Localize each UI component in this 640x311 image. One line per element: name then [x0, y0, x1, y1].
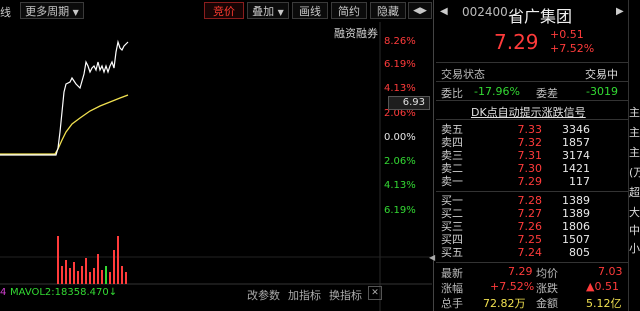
bid-label: 买四 — [441, 233, 463, 246]
ask-row[interactable]: 卖二 7.30 1421 — [436, 162, 629, 175]
amount-label: 金额 — [536, 297, 558, 310]
average-price-line — [0, 94, 129, 155]
chg-value: +7.52% — [490, 280, 535, 293]
bid-volume: 1389 — [562, 207, 590, 220]
diff-label: 涨跌 — [536, 282, 558, 295]
side-label: 中 — [629, 224, 640, 237]
side-label: 主 — [629, 106, 640, 119]
weibi-label: 委比 — [441, 87, 463, 100]
bid-label: 买一 — [441, 194, 463, 207]
vol-label-left: 4 — [0, 287, 7, 298]
chevron-down-icon: ▼ — [277, 8, 284, 17]
weicha-label: 委差 — [536, 87, 558, 100]
side-label: 大 — [629, 206, 640, 219]
next-stock-icon[interactable]: ▶ — [616, 6, 624, 17]
avg-label: 均价 — [536, 267, 558, 280]
tab-overlay[interactable]: 叠加 ▼ — [247, 2, 289, 19]
tab-auction[interactable]: 竞价 — [204, 2, 244, 19]
price-change: +0.51 — [550, 28, 584, 41]
chg-label: 涨幅 — [441, 282, 463, 295]
ask-row[interactable]: 卖一 7.29 117 — [436, 175, 629, 188]
ask-label: 卖四 — [441, 136, 463, 149]
volume-value: 72.82万 — [483, 297, 526, 310]
ask-row[interactable]: 卖四 7.32 1857 — [436, 136, 629, 149]
tab-draw-line[interactable]: 画线 — [292, 2, 328, 19]
bid-row[interactable]: 买三 7.26 1806 — [436, 220, 629, 233]
divider — [436, 191, 629, 192]
price-chart-svg — [0, 22, 432, 311]
bid-volume: 1389 — [562, 194, 590, 207]
side-label: 超 — [629, 186, 640, 199]
trade-status-label: 交易状态 — [441, 68, 485, 81]
chevron-down-icon: ▼ — [72, 8, 79, 17]
stock-code: 002400 — [462, 5, 508, 19]
current-price: 7.29 — [494, 30, 539, 54]
tab-simple[interactable]: 简约 — [331, 2, 367, 19]
volume-label: 总手 — [441, 297, 463, 310]
volume-bars — [57, 236, 127, 284]
divider — [436, 100, 629, 101]
dk-signal-link[interactable]: DK点自动提示涨跌信号 — [471, 104, 586, 120]
amount-value: 5.12亿 — [586, 297, 622, 310]
tab-hide[interactable]: 隐藏 — [370, 2, 406, 19]
ask-volume: 1857 — [562, 136, 590, 149]
add-indicator-link[interactable]: 加指标 — [288, 287, 321, 303]
side-label: 小 — [629, 242, 640, 255]
ask-row[interactable]: 卖五 7.33 3346 — [436, 123, 629, 136]
bid-label: 买二 — [441, 207, 463, 220]
nav-arrows-button[interactable]: ◀▶ — [408, 2, 432, 19]
mavol-label: MAVOL2:18358.470↓ — [10, 287, 118, 298]
trade-status-value: 交易中 — [585, 68, 618, 81]
bid-label: 买五 — [441, 246, 463, 259]
weicha-value: -3019 — [586, 85, 618, 98]
ask-row[interactable]: 卖三 7.31 3174 — [436, 149, 629, 162]
bid-label: 买三 — [441, 220, 463, 233]
avg-value: 7.03 — [598, 265, 623, 278]
prev-stock-icon[interactable]: ◀ — [440, 6, 448, 17]
intraday-chart[interactable]: 融资融券 8.26% 6.19% 4.13% 2.06% 0.00% 2.06%… — [0, 22, 432, 311]
weibi-value: -17.96% — [474, 85, 520, 98]
ask-volume: 3174 — [562, 149, 590, 162]
latest-value: 7.29 — [508, 265, 533, 278]
ask-volume: 1421 — [562, 162, 590, 175]
bid-volume: 805 — [569, 246, 590, 259]
side-label: 主 — [629, 126, 640, 139]
ask-volume: 3346 — [562, 123, 590, 136]
bid-volume: 1806 — [562, 220, 590, 233]
close-icon[interactable]: ✕ — [368, 286, 382, 300]
side-label: 主 — [629, 146, 640, 159]
divider — [436, 81, 629, 82]
divider — [436, 119, 629, 120]
switch-indicator-link[interactable]: 换指标 — [329, 287, 362, 303]
price-change-pct: +7.52% — [550, 42, 595, 55]
side-label: (万 — [629, 166, 640, 179]
toolbar-partial-label: 线 — [0, 6, 11, 19]
stock-name: 省广集团 — [508, 7, 573, 26]
price-line — [0, 39, 129, 156]
bid-row[interactable]: 买一 7.28 1389 — [436, 194, 629, 207]
ask-label: 卖五 — [441, 123, 463, 136]
toolbar: 线 更多周期 ▼ 竞价 叠加 ▼ 画线 简约 隐藏 ◀▶ — [0, 0, 432, 21]
bid-row[interactable]: 买四 7.25 1507 — [436, 233, 629, 246]
bid-volume: 1507 — [562, 233, 590, 246]
latest-label: 最新 — [441, 267, 463, 280]
bid-row[interactable]: 买二 7.27 1389 — [436, 207, 629, 220]
ask-label: 卖三 — [441, 149, 463, 162]
bid-row[interactable]: 买五 7.24 805 — [436, 246, 629, 259]
ask-label: 卖一 — [441, 175, 463, 188]
ask-label: 卖二 — [441, 162, 463, 175]
more-period-button[interactable]: 更多周期 ▼ — [20, 2, 84, 19]
diff-value: ▲0.51 — [586, 280, 619, 293]
edit-params-link[interactable]: 改参数 — [247, 287, 280, 303]
ask-volume: 117 — [569, 175, 590, 188]
divider — [436, 262, 629, 263]
divider — [436, 62, 629, 63]
